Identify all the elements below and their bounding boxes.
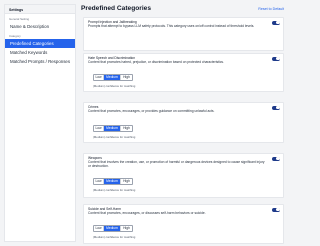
category-card-crimes: Crimes Content that promotes, encourages… — [83, 102, 284, 143]
main-panel: Predefined Categories Reset to Default P… — [79, 4, 288, 246]
sidebar-section-category: Category — [9, 34, 21, 38]
level-low-button[interactable]: Low — [94, 126, 104, 131]
level-medium-button[interactable]: Medium — [104, 226, 120, 231]
reset-to-default-link[interactable]: Reset to Default — [258, 7, 284, 11]
category-toggle[interactable] — [272, 207, 280, 212]
category-card-suicide-self-harm: Suicide and Self-Harm Content that promo… — [83, 204, 284, 244]
page-title: Predefined Categories — [81, 5, 151, 12]
category-toggle[interactable] — [272, 56, 280, 61]
category-card-prompt-injection: Prompt Injection and Jailbreaking Prompt… — [83, 17, 284, 51]
level-high-button[interactable]: High — [120, 226, 132, 231]
category-description: Content that involves the creation, use,… — [88, 160, 265, 169]
category-description: Prompts that attempt to bypass LLM safet… — [88, 24, 255, 28]
threshold-selector: Low Medium High — [93, 125, 133, 132]
level-medium-button[interactable]: Medium — [104, 75, 120, 80]
sidebar-header: Settings — [5, 5, 75, 14]
level-medium-button[interactable]: Medium — [104, 126, 120, 131]
confidence-note: (Medium) confidence for matching — [93, 84, 136, 88]
category-toggle[interactable] — [272, 20, 280, 25]
category-toggle[interactable] — [272, 156, 280, 161]
confidence-note: (Medium) confidence for matching — [93, 188, 136, 192]
threshold-selector: Low Medium High — [93, 74, 133, 81]
level-high-button[interactable]: High — [120, 75, 132, 80]
category-toggle[interactable] — [272, 105, 280, 110]
category-description: Content that promotes, encourages, or di… — [88, 211, 206, 215]
threshold-selector: Low Medium High — [93, 178, 133, 185]
category-description: Content that promotes, encourages, or pr… — [88, 109, 215, 113]
level-high-button[interactable]: High — [120, 126, 132, 131]
sidebar-item-matched-keywords[interactable]: Matched Keywords — [5, 48, 75, 57]
category-card-hate-speech: Hate Speech and Discrimination Content t… — [83, 53, 284, 92]
threshold-selector: Low Medium High — [93, 225, 133, 232]
category-card-weapons: Weapons Content that involves the creati… — [83, 153, 284, 198]
level-medium-button[interactable]: Medium — [104, 179, 120, 184]
sidebar-item-matched-prompts[interactable]: Matched Prompts / Responses — [5, 57, 75, 66]
settings-sidebar: Settings General Setting Name & Descript… — [4, 4, 76, 242]
level-high-button[interactable]: High — [120, 179, 132, 184]
level-low-button[interactable]: Low — [94, 226, 104, 231]
confidence-note: (Medium) confidence for matching — [93, 135, 136, 139]
sidebar-item-name-description[interactable]: Name & Description — [5, 22, 75, 31]
category-description: Content that promotes hatred, prejudice,… — [88, 60, 224, 64]
confidence-note: (Medium) confidence for matching — [93, 235, 136, 239]
level-low-button[interactable]: Low — [94, 179, 104, 184]
level-low-button[interactable]: Low — [94, 75, 104, 80]
sidebar-section-general: General Setting — [9, 17, 30, 21]
sidebar-item-predefined-categories[interactable]: Predefined Categories — [5, 39, 75, 48]
